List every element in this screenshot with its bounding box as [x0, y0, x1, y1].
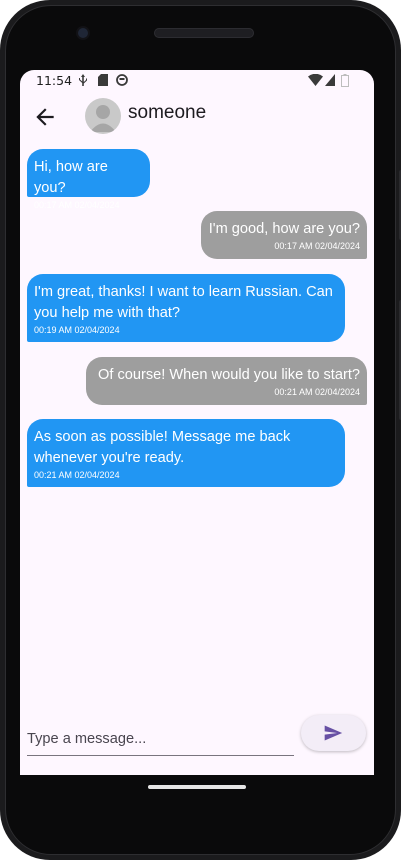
message-bubble-incoming[interactable]: I'm great, thanks! I want to learn Russi…	[27, 274, 345, 342]
message-timestamp: 00:21 AM 02/04/2024	[274, 387, 360, 397]
message-timestamp: 00:19 AM 02/04/2024	[34, 325, 120, 335]
message-bubble-incoming[interactable]: As soon as possible! Message me back whe…	[27, 419, 345, 487]
battery-icon	[341, 74, 349, 90]
send-button[interactable]	[301, 715, 366, 751]
avatar-icon	[90, 105, 116, 132]
message-composer	[20, 715, 374, 775]
app-bar: someone	[20, 92, 374, 142]
back-arrow-icon	[36, 108, 54, 126]
message-text: Of course! When would you like to start?	[98, 367, 360, 383]
usb-icon	[78, 74, 88, 89]
send-icon	[324, 725, 343, 741]
phone-frame: 11:54 someone Hi, how are you? 00:17 AM …	[0, 0, 401, 860]
message-text: I'm great, thanks! I want to learn Russi…	[34, 284, 333, 321]
signal-icon	[325, 74, 335, 89]
app-screen: 11:54 someone Hi, how are you? 00:17 AM …	[20, 70, 374, 775]
message-timestamp: 00:17 AM 02/04/2024	[34, 200, 120, 210]
message-timestamp: 00:17 AM 02/04/2024	[274, 241, 360, 251]
message-input[interactable]	[27, 723, 294, 756]
message-text: I'm good, how are you?	[208, 221, 360, 237]
front-camera	[78, 28, 88, 38]
home-indicator[interactable]	[148, 785, 246, 789]
message-bubble-outgoing[interactable]: I'm good, how are you? 00:17 AM 02/04/20…	[201, 211, 367, 259]
message-text: Hi, how are you?	[34, 159, 108, 196]
status-time: 11:54	[36, 73, 73, 88]
app-notification-icon	[116, 74, 128, 89]
sd-card-icon	[98, 74, 108, 89]
status-bar: 11:54	[20, 70, 374, 92]
contact-name: someone	[128, 102, 207, 123]
back-button[interactable]	[32, 104, 58, 130]
earpiece-speaker	[154, 28, 254, 38]
avatar[interactable]	[85, 98, 121, 134]
message-bubble-outgoing[interactable]: Of course! When would you like to start?…	[86, 357, 367, 405]
message-bubble-incoming[interactable]: Hi, how are you? 00:17 AM 02/04/2024	[27, 149, 150, 210]
message-text: As soon as possible! Message me back whe…	[34, 429, 291, 466]
wifi-icon	[308, 73, 323, 89]
message-timestamp: 00:21 AM 02/04/2024	[34, 470, 120, 480]
